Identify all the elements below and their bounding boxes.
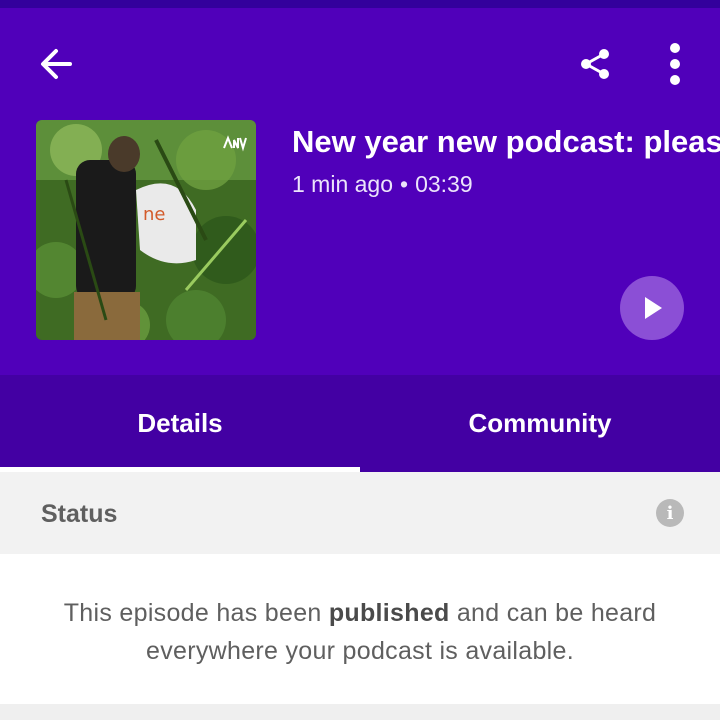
status-card: This episode has been published and can … bbox=[0, 554, 720, 704]
more-vertical-icon bbox=[670, 43, 680, 85]
tab-community-label: Community bbox=[468, 408, 612, 438]
meta-separator: • bbox=[400, 171, 409, 197]
share-button[interactable] bbox=[571, 40, 619, 88]
back-button[interactable] bbox=[32, 40, 80, 88]
play-button[interactable] bbox=[620, 276, 684, 340]
tab-community[interactable]: Community bbox=[360, 375, 720, 472]
more-options-button[interactable] bbox=[651, 40, 699, 88]
tab-details-label: Details bbox=[137, 408, 223, 438]
status-message-bold: published bbox=[328, 599, 450, 627]
back-arrow-icon bbox=[41, 49, 72, 79]
share-icon bbox=[581, 49, 609, 79]
episode-tabs: Details Community bbox=[0, 375, 720, 472]
anchor-logo-icon bbox=[223, 135, 247, 152]
svg-text:ne: ne bbox=[143, 204, 165, 225]
status-message: This episode has been published and can … bbox=[40, 594, 680, 670]
episode-header: ne New year new podcast: pleas 1 min ago… bbox=[0, 8, 720, 375]
info-icon[interactable]: i bbox=[656, 499, 684, 527]
time-ago: 1 min ago bbox=[292, 171, 394, 197]
tab-details[interactable]: Details bbox=[0, 375, 360, 472]
play-icon bbox=[645, 297, 662, 319]
status-heading: Status bbox=[41, 500, 118, 528]
episode-duration: 03:39 bbox=[415, 171, 473, 197]
episode-title: New year new podcast: pleas bbox=[292, 124, 720, 159]
episode-meta: 1 min ago • 03:39 bbox=[292, 171, 473, 198]
bottom-section-divider bbox=[0, 704, 720, 720]
episode-cover-image: ne bbox=[36, 120, 256, 340]
status-section-header: Status bbox=[0, 472, 720, 554]
system-status-bar bbox=[0, 0, 720, 8]
status-message-pre: This episode has been bbox=[63, 599, 329, 627]
